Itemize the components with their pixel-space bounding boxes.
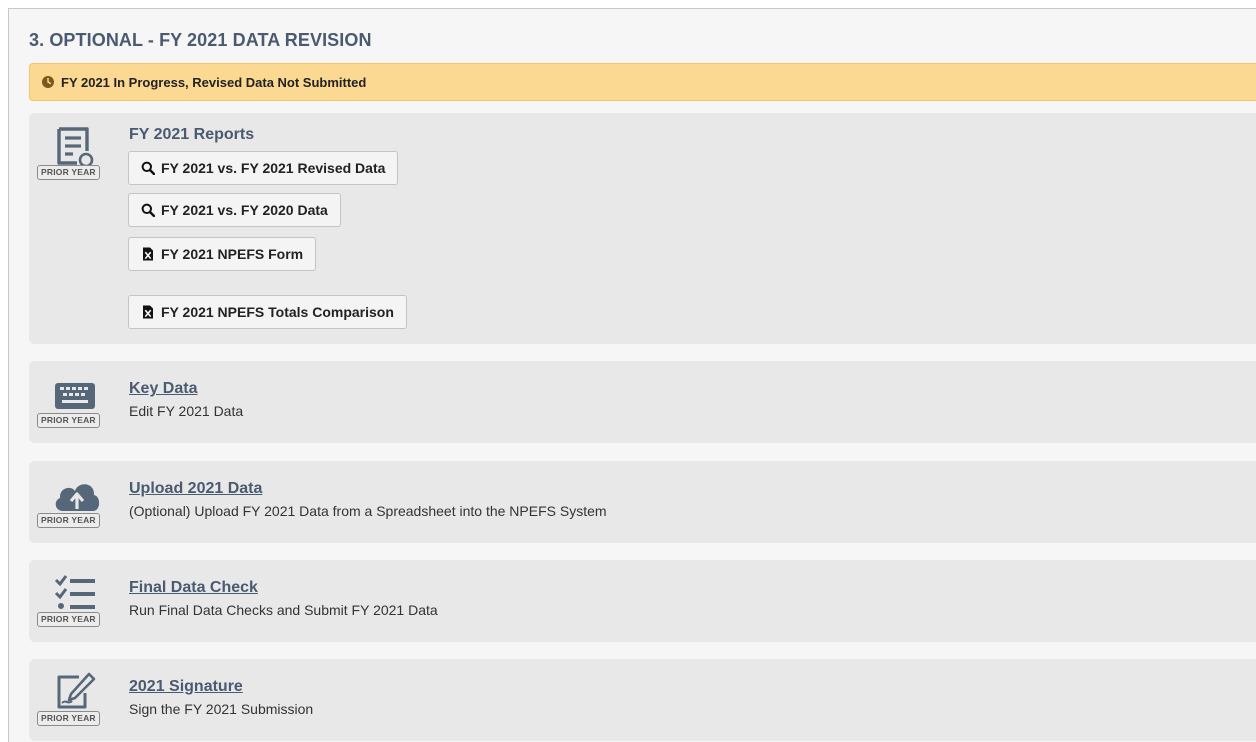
section-title: 3. OPTIONAL - FY 2021 DATA REVISION: [29, 30, 372, 50]
key-data-description: Edit FY 2021 Data: [129, 403, 244, 419]
button-label: FY 2021 NPEFS Totals Comparison: [161, 304, 394, 320]
status-banner: FY 2021 In Progress, Revised Data Not Su…: [29, 63, 1256, 101]
reports-card: PRIOR YEAR FY 2021 Reports FY 2021 vs. F…: [29, 113, 1256, 344]
upload-card: PRIOR YEAR Upload 2021 Data (Optional) U…: [29, 461, 1256, 543]
signature-pen-icon: [57, 672, 96, 709]
report-fy2021-vs-fy2020-button[interactable]: FY 2021 vs. FY 2020 Data: [128, 193, 341, 227]
upload-icon-group: PRIOR YEAR: [37, 471, 113, 535]
status-text: FY 2021 In Progress, Revised Data Not Su…: [61, 74, 367, 90]
button-label: FY 2021 vs. FY 2020 Data: [161, 202, 328, 218]
signature-description: Sign the FY 2021 Submission: [129, 701, 314, 717]
signature-icon-group: PRIOR YEAR: [37, 669, 113, 733]
prior-year-badge: PRIOR YEAR: [37, 711, 100, 726]
clock-icon: [42, 76, 54, 88]
prior-year-badge: PRIOR YEAR: [37, 413, 100, 428]
prior-year-badge: PRIOR YEAR: [37, 513, 100, 528]
final-check-icon-group: PRIOR YEAR: [37, 570, 113, 634]
search-icon: [141, 161, 155, 175]
search-icon: [141, 203, 155, 217]
cloud-upload-icon: [55, 484, 100, 511]
upload-description: (Optional) Upload FY 2021 Data from a Sp…: [129, 503, 607, 519]
signature-link[interactable]: 2021 Signature: [129, 678, 243, 696]
reports-title: FY 2021 Reports: [129, 126, 255, 143]
excel-file-icon: [143, 247, 153, 261]
key-data-icon-group: PRIOR YEAR: [37, 371, 113, 435]
reports-icon-group: PRIOR YEAR: [37, 123, 113, 187]
prior-year-badge: PRIOR YEAR: [37, 165, 100, 180]
excel-file-icon: [143, 305, 153, 319]
report-npefs-form-button[interactable]: FY 2021 NPEFS Form: [128, 237, 317, 271]
report-fy2021-vs-revised-button[interactable]: FY 2021 vs. FY 2021 Revised Data: [128, 151, 399, 185]
report-document-icon: [57, 127, 94, 167]
report-npefs-totals-button[interactable]: FY 2021 NPEFS Totals Comparison: [128, 295, 407, 329]
final-data-check-link[interactable]: Final Data Check: [129, 579, 258, 597]
button-label: FY 2021 NPEFS Form: [161, 246, 304, 262]
key-data-link[interactable]: Key Data: [129, 380, 197, 398]
key-data-card: PRIOR YEAR Key Data Edit FY 2021 Data: [29, 361, 1256, 443]
prior-year-badge: PRIOR YEAR: [37, 612, 100, 627]
signature-card: PRIOR YEAR 2021 Signature Sign the FY 20…: [29, 659, 1256, 741]
checklist-icon: [54, 575, 95, 609]
final-check-description: Run Final Data Checks and Submit FY 2021…: [129, 602, 438, 618]
button-label: FY 2021 vs. FY 2021 Revised Data: [161, 160, 386, 176]
final-check-card: PRIOR YEAR Final Data Check Run Final Da…: [29, 560, 1256, 642]
upload-data-link[interactable]: Upload 2021 Data: [129, 480, 262, 498]
keyboard-icon: [55, 383, 95, 409]
